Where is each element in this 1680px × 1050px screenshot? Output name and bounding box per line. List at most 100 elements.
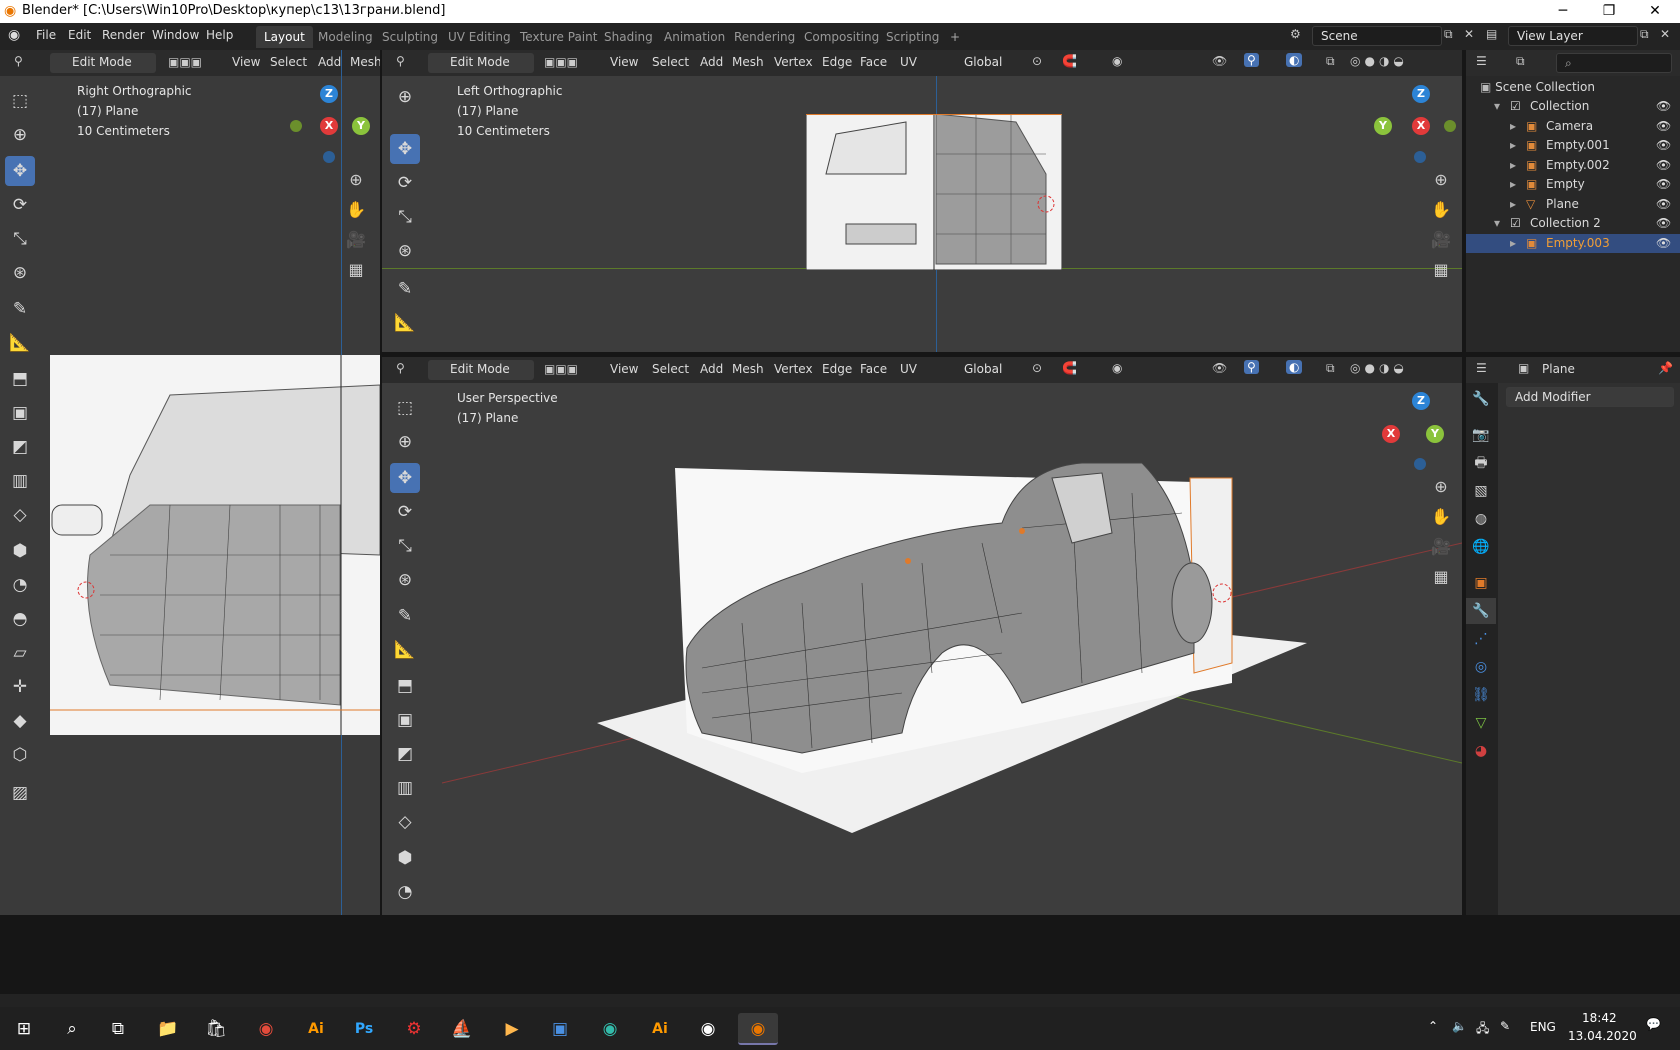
scene-icon[interactable]: ⚙ [1290,27,1301,41]
scale-icon[interactable]: ⤡ [390,202,420,232]
wifi-icon[interactable]: ✎ [1500,1019,1510,1033]
tab-scripting[interactable]: Scripting [878,26,947,48]
xray-icon[interactable]: ⧉ [1326,361,1335,376]
select-mode-icons[interactable]: ▣▣▣ [544,55,578,69]
menu-mesh[interactable]: Mesh [350,53,380,73]
menu-help[interactable]: Help [206,28,233,42]
perspective-viewport[interactable]: ⚲ Edit Mode ▣▣▣ View Select Add Mesh Ver… [382,357,1462,915]
spin-icon[interactable]: ◔ [5,570,35,600]
loop-cut-icon[interactable]: ▥ [5,466,35,496]
add-workspace-button[interactable]: + [942,26,968,48]
expand-arrow-icon[interactable]: ▸ [1510,234,1516,253]
tab-rendering[interactable]: Rendering [726,26,803,48]
store-icon[interactable]: 🛍 [196,1013,236,1045]
move-icon[interactable]: ✥ [390,134,420,164]
app-icon-window[interactable]: ▣ [540,1013,580,1045]
gizmo-toggle-icon[interactable]: ⚲ [1244,360,1259,374]
illustrator-icon[interactable]: Ai [296,1013,336,1045]
menu-vertex[interactable]: Vertex [774,360,813,380]
expand-arrow-icon[interactable]: ▸ [1510,136,1516,155]
visibility-eye-icon[interactable]: 👁 [1656,117,1671,136]
modifier-tab-icon[interactable]: 🔧 [1466,598,1496,624]
outliner-row[interactable]: ▾ ☑ Collection 👁 [1466,97,1680,116]
outliner-row[interactable]: ▸ ▣ Empty 👁 [1466,175,1680,194]
menu-select[interactable]: Select [652,360,689,380]
transform-icon[interactable]: ⊛ [5,258,35,288]
gizmo-y-icon[interactable]: Y [352,117,370,135]
image-tool-icon[interactable]: ▨ [5,778,35,808]
clock-time[interactable]: 18:42 [1582,1011,1617,1025]
gizmo-neg-y-icon[interactable] [1444,120,1456,132]
illustrator-icon-2[interactable]: Ai [640,1013,680,1045]
menu-vertex[interactable]: Vertex [774,53,813,73]
language-indicator[interactable]: ENG [1530,1020,1556,1034]
menu-uv[interactable]: UV [900,53,917,73]
app-icon-ship[interactable]: ⛵ [442,1013,482,1045]
pan-icon[interactable]: ✋ [1428,504,1454,530]
pan-icon[interactable]: ✋ [1428,197,1454,223]
menu-add[interactable]: Add [700,53,723,73]
view-layer-selector[interactable]: View Layer [1508,26,1638,46]
app-icon-red[interactable]: ⚙ [394,1013,434,1045]
tab-sculpting[interactable]: Sculpting [374,26,446,48]
gizmo-neg-z-icon[interactable] [1414,151,1426,163]
extrude-icon[interactable]: ⬒ [5,364,35,394]
gizmo-z-icon[interactable]: Z [320,85,338,103]
blender-icon[interactable]: ◉ [688,1013,728,1045]
menu-render[interactable]: Render [102,28,145,42]
select-box-icon[interactable]: ⬚ [5,86,35,116]
menu-file[interactable]: File [36,28,56,42]
mode-dropdown[interactable]: Edit Mode [428,53,534,73]
pan-icon[interactable]: ✋ [343,197,369,223]
mesh-data-tab-icon[interactable]: ▽ [1466,710,1496,736]
orientation-dropdown[interactable]: Global [942,53,1022,73]
visibility-eye-icon[interactable]: 👁 [1656,97,1671,116]
mode-dropdown[interactable]: Edit Mode [50,53,156,73]
menu-uv[interactable]: UV [900,360,917,380]
top-viewport[interactable]: ⚲ Edit Mode ▣▣▣ View Select Add Mesh Ver… [382,50,1462,352]
inset-icon[interactable]: ▣ [5,398,35,428]
gizmo-z-icon[interactable]: Z [1412,85,1430,103]
outliner-search-input[interactable]: ⌕ [1556,53,1672,73]
gizmo-x-icon[interactable]: X [1412,117,1430,135]
rip-icon[interactable]: ⬡ [5,740,35,770]
material-tab-icon[interactable]: ◕ [1466,738,1496,764]
scene-tab-icon[interactable]: ◍ [1466,506,1496,532]
add-modifier-dropdown[interactable]: Add Modifier [1506,387,1674,407]
ortho-grid-icon[interactable]: ▦ [1428,564,1454,590]
tab-uv-editing[interactable]: UV Editing [440,26,519,48]
visibility-icon[interactable]: 👁 [1212,54,1227,68]
scene-selector[interactable]: Scene [1312,26,1442,46]
pivot-icon[interactable]: ⊙ [1032,54,1042,68]
poly-build-icon[interactable]: ⬢ [5,536,35,566]
delete-view-layer-icon[interactable]: ✕ [1660,27,1670,41]
expand-arrow-icon[interactable]: ▸ [1510,156,1516,175]
network-icon[interactable]: 🖧 [1476,1019,1489,1040]
task-view-icon[interactable]: ⧉ [98,1013,138,1045]
move-icon[interactable]: ✥ [5,156,35,186]
tab-animation[interactable]: Animation [656,26,733,48]
select-mode-icons[interactable]: ▣▣▣ [544,362,578,376]
edge-slide-icon[interactable]: ▱ [5,638,35,668]
outliner-row[interactable]: ▸ ▣ Empty.002 👁 [1466,156,1680,175]
maximize-button[interactable]: ❐ [1586,0,1632,23]
constraints-tab-icon[interactable]: ⛓ [1466,682,1496,708]
notifications-icon[interactable]: 💬 [1646,1017,1661,1031]
gizmo-z-icon[interactable]: Z [1412,392,1430,410]
gizmo-y-icon[interactable]: Y [1426,425,1444,443]
editor-type-icon[interactable]: ⚲ [396,361,405,375]
menu-view[interactable]: View [610,53,638,73]
gizmo-neg-y-icon[interactable] [290,120,302,132]
tool-tab-icon[interactable]: 🔧 [1466,386,1496,412]
menu-select[interactable]: Select [270,53,307,73]
gizmo-x-icon[interactable]: X [320,117,338,135]
smooth-icon[interactable]: ◓ [5,604,35,634]
knife-icon[interactable]: ◇ [5,500,35,530]
snap-icon[interactable]: 🧲 [1062,361,1077,375]
close-button[interactable]: ✕ [1632,0,1678,23]
measure-icon[interactable]: 📐 [5,328,35,358]
visibility-eye-icon[interactable]: 👁 [1656,214,1671,233]
view-layer-icon[interactable]: ▤ [1486,27,1497,41]
shading-modes-icon[interactable]: ◎●◑◒ [1350,361,1408,375]
tab-shading[interactable]: Shading [596,26,661,48]
